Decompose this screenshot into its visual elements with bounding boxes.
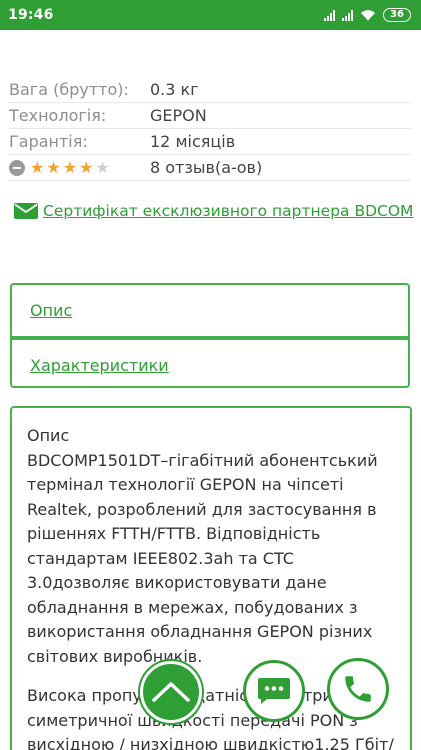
rating-row: ★ ★ ★ ★ ★ 8 отзыв(а-ов) bbox=[9, 155, 411, 181]
spec-value: GEPON bbox=[150, 106, 207, 125]
minus-circle-icon[interactable] bbox=[9, 159, 25, 176]
status-bar: 19:46 36 bbox=[0, 0, 421, 30]
description-paragraph: BDCOMP1501DT–гігабітний абонентський тер… bbox=[27, 450, 378, 666]
certificate-link-label[interactable]: Сертифікат ексклюзивного партнера BDCOM bbox=[43, 202, 413, 220]
spec-row-weight: Вага (брутто): 0.3 кг bbox=[9, 77, 411, 103]
reviews-count[interactable]: 8 отзыв(а-ов) bbox=[150, 158, 262, 177]
star-empty-icon[interactable]: ★ bbox=[95, 159, 109, 176]
star-filled-icon[interactable]: ★ bbox=[46, 159, 60, 176]
battery-icon: 36 bbox=[383, 8, 411, 22]
chevron-up-icon bbox=[152, 682, 190, 702]
spec-label: Технологія: bbox=[9, 106, 107, 125]
product-tabs-accordion: Опис Характеристики bbox=[10, 283, 410, 388]
spec-value: 0.3 кг bbox=[150, 80, 199, 99]
scroll-to-top-button[interactable] bbox=[140, 661, 202, 723]
phone-icon bbox=[345, 676, 371, 702]
star-rating[interactable]: ★ ★ ★ ★ ★ bbox=[9, 159, 150, 176]
call-button[interactable] bbox=[327, 658, 389, 720]
wifi-icon bbox=[361, 10, 375, 21]
star-filled-icon[interactable]: ★ bbox=[79, 159, 93, 176]
tab-characteristics[interactable]: Характеристики bbox=[12, 340, 408, 391]
spec-value: 12 місяців bbox=[150, 132, 236, 151]
status-time: 19:46 bbox=[8, 7, 54, 23]
star-filled-icon[interactable]: ★ bbox=[63, 159, 77, 176]
signal-icon bbox=[342, 9, 353, 21]
spec-row-warranty: Гарантія: 12 місяців bbox=[9, 129, 411, 155]
signal-icon bbox=[324, 9, 335, 21]
star-filled-icon[interactable]: ★ bbox=[30, 159, 44, 176]
envelope-icon bbox=[14, 203, 38, 219]
spec-label: Вага (брутто): bbox=[9, 80, 129, 99]
product-specs: Вага (брутто): 0.3 кг Технологія: GEPON … bbox=[9, 77, 411, 181]
certificate-link[interactable]: Сертифікат ексклюзивного партнера BDCOM bbox=[13, 202, 413, 220]
tab-opis[interactable]: Опис bbox=[12, 285, 408, 336]
spec-label: Гарантія: bbox=[9, 132, 88, 151]
spec-row-technology: Технологія: GEPON bbox=[9, 103, 411, 129]
status-icons: 36 bbox=[324, 8, 411, 22]
chat-button[interactable] bbox=[243, 660, 305, 722]
chat-icon bbox=[258, 678, 290, 704]
description-title: Опис bbox=[27, 426, 70, 445]
